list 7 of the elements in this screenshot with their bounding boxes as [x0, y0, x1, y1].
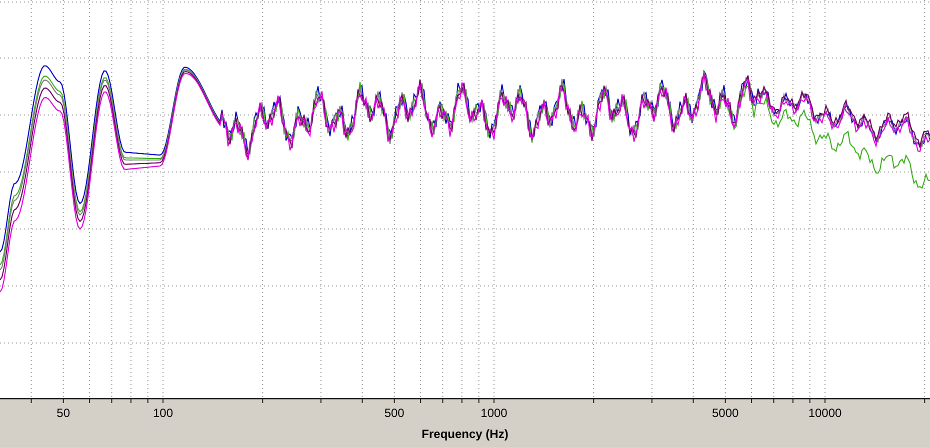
tick-label: 1000	[480, 406, 508, 420]
tick-label: 10000	[808, 406, 842, 420]
axis-title: Frequency (Hz)	[422, 427, 508, 441]
tick-label: 5000	[712, 406, 739, 420]
tick-label: 500	[384, 406, 404, 420]
tick-label: 100	[152, 406, 174, 420]
tick-label: 50	[56, 406, 70, 420]
